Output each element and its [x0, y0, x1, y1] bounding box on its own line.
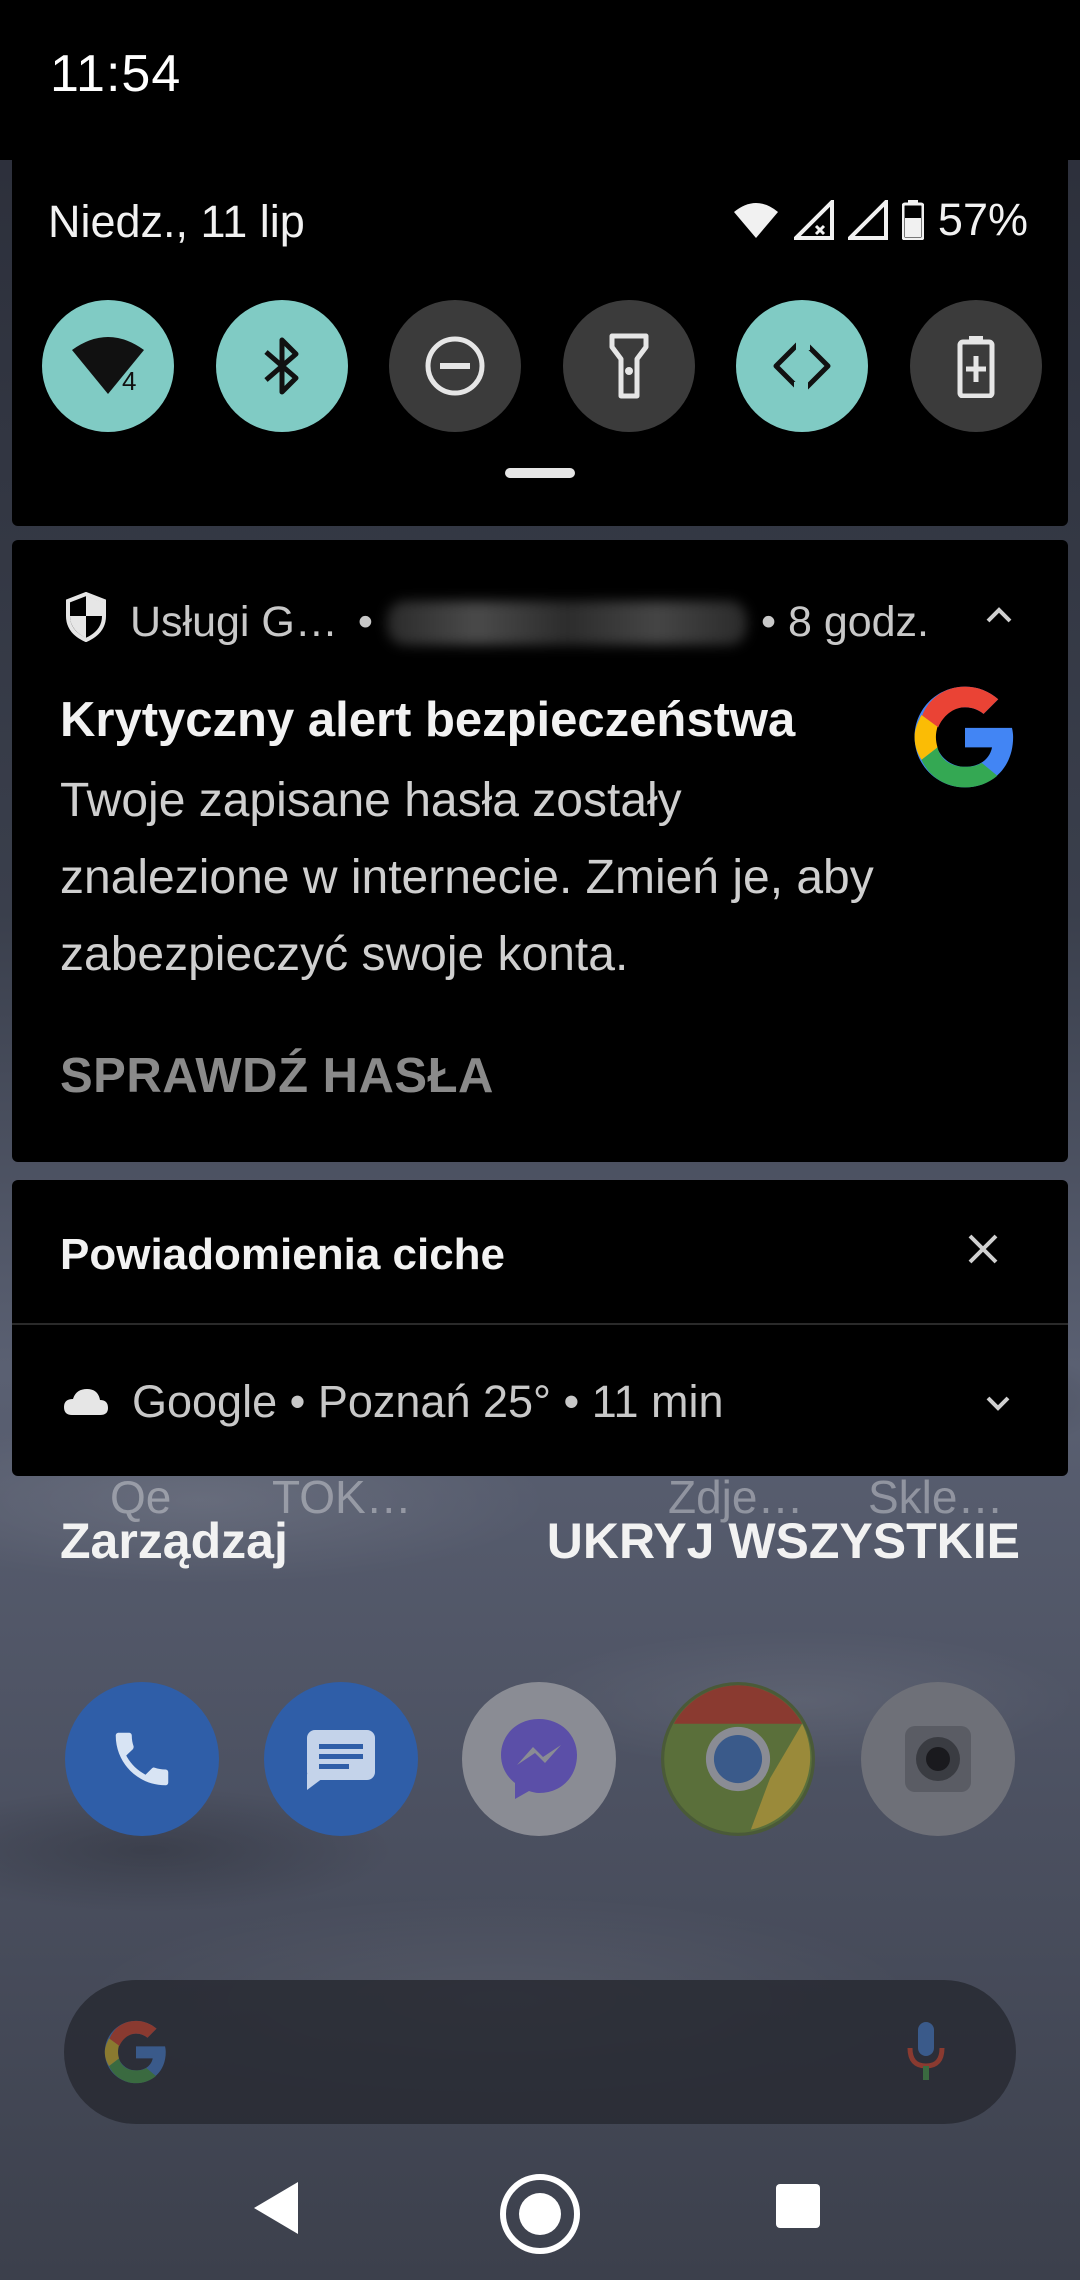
clear-all-button[interactable]: UKRYJ WSZYSTKIE [547, 1512, 1020, 1570]
check-passwords-button[interactable]: SPRAWDŹ HASŁA [60, 1048, 494, 1104]
messages-app-icon[interactable] [264, 1682, 418, 1836]
home-app-label: TOK… [272, 1471, 412, 1523]
phone-app-icon[interactable] [65, 1682, 219, 1836]
svg-text:4: 4 [762, 223, 771, 240]
signal-no-service-icon [793, 200, 834, 240]
tile-battery-saver[interactable] [909, 300, 1042, 432]
microphone-icon[interactable] [906, 2020, 946, 2089]
notification-app-name: Usługi G… [130, 598, 338, 646]
wifi-status-icon: 4 [732, 200, 780, 240]
redacted-account [386, 600, 747, 645]
shield-icon [64, 591, 108, 653]
header-separator-dot: • [357, 598, 373, 646]
divider [12, 1323, 1068, 1325]
do-not-disturb-icon [425, 336, 485, 396]
qs-date[interactable]: Niedz., 11 lip [48, 196, 305, 248]
tile-do-not-disturb[interactable] [389, 300, 522, 432]
chrome-app-icon[interactable] [661, 1682, 815, 1836]
notification-header: Usługi G… • • 8 godz. [64, 591, 930, 653]
cloud-icon [62, 1376, 110, 1428]
close-icon[interactable] [966, 1232, 1000, 1271]
notification-time: • 8 godz. [760, 598, 930, 646]
google-logo-icon [910, 682, 1020, 797]
home-button[interactable] [498, 2172, 582, 2261]
svg-text:4: 4 [122, 366, 136, 396]
messenger-app-icon[interactable] [462, 1682, 616, 1836]
silent-section-title: Powiadomienia ciche [60, 1230, 506, 1279]
weather-notification[interactable]: Google • Poznań 25° • 11 min [62, 1376, 724, 1428]
tile-auto-rotate[interactable] [736, 300, 869, 432]
google-g-icon [102, 2018, 170, 2091]
recents-button[interactable] [776, 2184, 820, 2228]
weather-text: Google • Poznań 25° • 11 min [132, 1376, 724, 1427]
battery-icon [901, 200, 924, 240]
silent-notifications-card [12, 1180, 1068, 1476]
panel-drag-handle[interactable] [505, 468, 575, 478]
tile-bluetooth[interactable] [215, 300, 348, 432]
chevron-up-icon[interactable] [982, 604, 1016, 631]
battery-percent: 57% [937, 194, 1028, 245]
signal-icon [847, 200, 888, 240]
bluetooth-icon [263, 337, 299, 395]
auto-rotate-icon [773, 336, 831, 396]
quick-settings-tiles: 4 [42, 300, 1042, 432]
camera-app-icon[interactable] [861, 1682, 1015, 1836]
back-button[interactable] [250, 2180, 300, 2241]
manage-button[interactable]: Zarządzaj [60, 1512, 288, 1570]
status-icons: 4 57% [732, 194, 1028, 246]
chevron-down-icon[interactable] [984, 1394, 1012, 1417]
tile-flashlight[interactable] [562, 300, 695, 432]
notification-title: Krytyczny alert bezpieczeństwa [60, 693, 796, 747]
flashlight-icon [609, 333, 649, 399]
notification-body: Twoje zapisane hasła zostały znalezione … [60, 774, 874, 981]
wifi-icon: 4 [72, 337, 144, 396]
google-search-bar[interactable] [64, 1980, 1016, 2124]
battery-saver-icon [957, 336, 995, 398]
tile-wifi[interactable]: 4 [42, 300, 174, 432]
status-time: 11:54 [50, 45, 182, 103]
